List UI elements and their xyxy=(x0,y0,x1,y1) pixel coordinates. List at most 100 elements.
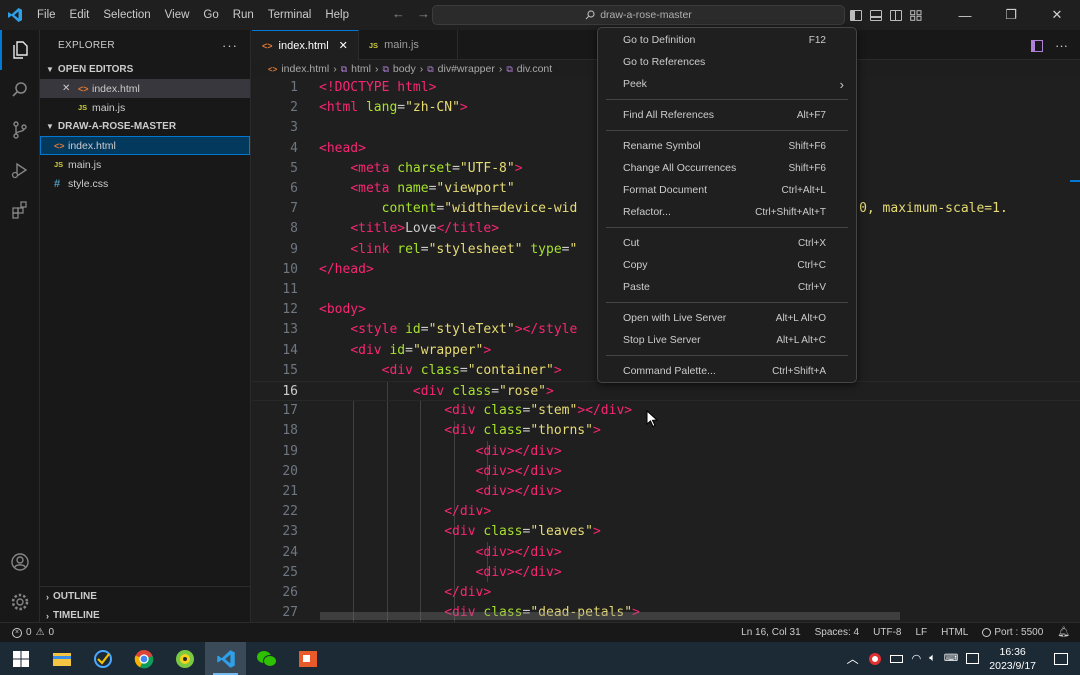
command-center-search[interactable]: draw-a-rose-master xyxy=(432,5,845,25)
menu-item[interactable]: Command Palette... Ctrl+Shift+A xyxy=(602,360,852,382)
menu-item-shortcut: Ctrl+C xyxy=(797,259,826,271)
chrome-icon[interactable] xyxy=(123,642,164,675)
horizontal-scrollbar[interactable] xyxy=(320,612,900,620)
forward-arrow-icon[interactable]: → xyxy=(417,6,430,21)
source-control-icon[interactable] xyxy=(0,110,40,150)
outline-section[interactable]: › OUTLINE xyxy=(40,587,251,606)
code-line[interactable]: 25 <div></div> xyxy=(252,563,1080,583)
code-line[interactable]: 17 <div class="stem"></div> xyxy=(252,401,1080,421)
menu-go[interactable]: Go xyxy=(196,9,225,21)
windows-start-icon[interactable] xyxy=(0,642,41,675)
menu-terminal[interactable]: Terminal xyxy=(261,9,318,21)
file-explorer-icon[interactable] xyxy=(41,642,82,675)
open-editors-section[interactable]: ▼ OPEN EDITORS xyxy=(40,60,250,79)
toggle-primary-sidebar-icon[interactable] xyxy=(850,9,862,21)
battery-icon[interactable] xyxy=(889,654,903,663)
menu-item[interactable]: Cut Ctrl+X xyxy=(602,232,852,254)
editor-more-icon[interactable]: ··· xyxy=(1055,38,1068,53)
line-number: 11 xyxy=(282,282,298,297)
back-arrow-icon[interactable]: ← xyxy=(392,6,405,21)
timeline-title: TIMELINE xyxy=(53,610,100,621)
breadcrumb-item[interactable]: div#wrapper xyxy=(438,63,495,75)
open-editor-item[interactable]: ✕ <> index.html xyxy=(40,79,250,98)
menu-item[interactable]: Find All References Alt+F7 xyxy=(602,104,852,126)
volume-icon[interactable]: 🔈︎ xyxy=(929,652,936,665)
code-line[interactable]: 26 </div> xyxy=(252,583,1080,603)
notifications-bell-icon[interactable]: 🔔︎ xyxy=(1057,627,1070,638)
menu-item[interactable]: Open with Live Server Alt+L Alt+O xyxy=(602,307,852,329)
record-icon[interactable] xyxy=(868,652,881,665)
manage-gear-icon[interactable] xyxy=(0,582,40,622)
presentation-app-icon[interactable] xyxy=(287,642,328,675)
split-editor-icon[interactable] xyxy=(1031,39,1043,52)
cursor-position[interactable]: Ln 16, Col 31 xyxy=(741,627,801,638)
language-mode[interactable]: HTML xyxy=(941,627,968,638)
breadcrumb-item[interactable]: index.html xyxy=(281,63,329,75)
notification-center-icon[interactable] xyxy=(1054,652,1068,665)
problems-status[interactable]: × 0 ⚠ 0 xyxy=(0,627,54,638)
file-item-style-css[interactable]: # style.css xyxy=(40,174,250,193)
customize-layout-icon[interactable] xyxy=(910,9,922,21)
menu-item[interactable]: Rename Symbol Shift+F6 xyxy=(602,135,852,157)
folder-section[interactable]: ▼ DRAW-A-ROSE-MASTER xyxy=(40,117,250,136)
network-icon[interactable]: ◠ xyxy=(912,652,922,665)
code-line[interactable]: 19 <div></div> xyxy=(252,442,1080,462)
indentation[interactable]: Spaces: 4 xyxy=(815,627,859,638)
explorer-icon[interactable] xyxy=(0,30,40,70)
close-editor-icon[interactable]: ✕ xyxy=(62,83,78,94)
file-item-index-html[interactable]: <> index.html xyxy=(40,136,250,155)
menu-item[interactable]: Format Document Ctrl+Alt+L xyxy=(602,179,852,201)
menu-item[interactable]: Go to Definition F12 xyxy=(602,29,852,51)
open-editor-item[interactable]: JS main.js xyxy=(40,98,250,117)
close-window-icon[interactable]: ✕ xyxy=(1034,0,1080,30)
search-sidebar-icon[interactable] xyxy=(0,70,40,110)
tab-main-js[interactable]: JS main.js xyxy=(359,30,458,60)
code-text: </div> xyxy=(444,585,492,600)
code-line[interactable]: 18 <div class="thorns"> xyxy=(252,421,1080,441)
menu-selection[interactable]: Selection xyxy=(96,9,157,21)
taskbar-clock[interactable]: 16:36 2023/9/17 xyxy=(989,645,1036,673)
code-line[interactable]: 16 <div class="rose"> xyxy=(252,381,1080,402)
code-line[interactable]: 23 <div class="leaves"> xyxy=(252,522,1080,542)
menu-item[interactable]: Paste Ctrl+V xyxy=(602,276,852,298)
colorful-app-icon[interactable] xyxy=(164,642,205,675)
menu-edit[interactable]: Edit xyxy=(63,9,97,21)
minimize-icon[interactable]: — xyxy=(942,0,988,30)
menu-item[interactable]: Refactor... Ctrl+Shift+Alt+T xyxy=(602,201,852,223)
more-actions-icon[interactable]: ··· xyxy=(222,38,238,53)
accounts-icon[interactable] xyxy=(0,542,40,582)
keyboard-icon[interactable]: ⌨ xyxy=(944,653,958,664)
tray-chevron-up-icon[interactable]: ︿ xyxy=(847,650,859,667)
vscode-taskbar-icon[interactable] xyxy=(205,642,246,675)
wechat-icon[interactable] xyxy=(246,642,287,675)
code-line[interactable]: 22 </div> xyxy=(252,502,1080,522)
tab-index-html[interactable]: <> index.html ✕ xyxy=(252,30,359,60)
breadcrumb-item[interactable]: div.cont xyxy=(517,63,552,75)
code-line[interactable]: 20 <div></div> xyxy=(252,462,1080,482)
menu-item[interactable]: Copy Ctrl+C xyxy=(602,254,852,276)
tray-app-icon[interactable] xyxy=(966,653,980,664)
code-line[interactable]: 24 <div></div> xyxy=(252,543,1080,563)
toggle-secondary-sidebar-icon[interactable] xyxy=(890,9,902,21)
menu-run[interactable]: Run xyxy=(226,9,261,21)
menu-item[interactable]: Change All Occurrences Shift+F6 xyxy=(602,157,852,179)
menu-item[interactable]: Peek › xyxy=(602,73,852,95)
menu-item[interactable]: Stop Live Server Alt+L Alt+C xyxy=(602,329,852,351)
menu-file[interactable]: File xyxy=(30,9,63,21)
extensions-icon[interactable] xyxy=(0,190,40,230)
menu-help[interactable]: Help xyxy=(318,9,356,21)
end-of-line[interactable]: LF xyxy=(915,627,927,638)
encoding[interactable]: UTF-8 xyxy=(873,627,901,638)
file-item-main-js[interactable]: JS main.js xyxy=(40,155,250,174)
code-line[interactable]: 21 <div></div> xyxy=(252,482,1080,502)
run-debug-icon[interactable] xyxy=(0,150,40,190)
todo-app-icon[interactable] xyxy=(82,642,123,675)
breadcrumb-item[interactable]: body xyxy=(393,63,416,75)
close-tab-icon[interactable]: ✕ xyxy=(339,39,348,52)
restore-icon[interactable]: ❐ xyxy=(988,0,1034,30)
menu-view[interactable]: View xyxy=(158,9,197,21)
toggle-panel-icon[interactable] xyxy=(870,9,882,21)
breadcrumb-item[interactable]: html xyxy=(351,63,371,75)
menu-item[interactable]: Go to References xyxy=(602,51,852,73)
live-server-port[interactable]: Port : 5500 xyxy=(982,627,1043,638)
